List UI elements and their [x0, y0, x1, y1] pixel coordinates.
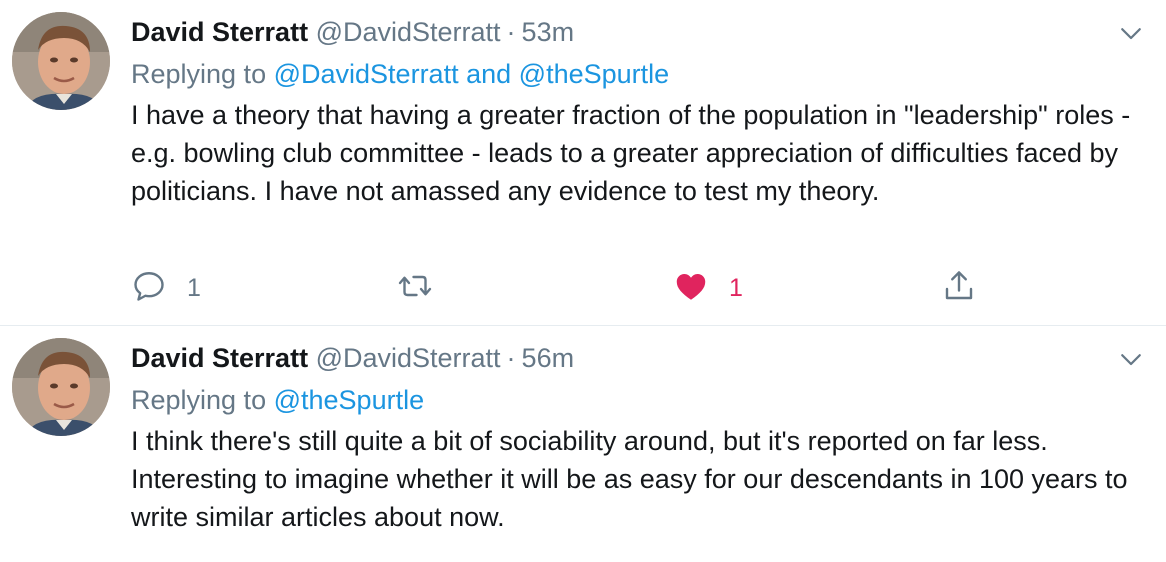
replying-and[interactable]: and	[466, 59, 511, 89]
replying-to: Replying to @DavidSterratt and @theSpurt…	[131, 56, 1146, 92]
replying-prefix: Replying to	[131, 385, 267, 415]
heart-icon	[673, 268, 709, 309]
share-button[interactable]	[941, 266, 977, 310]
like-button[interactable]: 1	[673, 266, 743, 310]
reply-button[interactable]: 1	[131, 266, 201, 310]
tweet-text: I have a theory that having a greater fr…	[131, 100, 1131, 206]
author-handle[interactable]: @DavidSterratt	[316, 17, 501, 47]
timestamp[interactable]: 56m	[522, 343, 575, 373]
author-handle[interactable]: @DavidSterratt	[316, 343, 501, 373]
separator-dot: ·	[506, 343, 516, 373]
tweet-text: I think there's still quite a bit of soc…	[131, 426, 1128, 532]
chevron-down-icon[interactable]	[1116, 18, 1146, 48]
replying-prefix: Replying to	[131, 59, 267, 89]
author-name[interactable]: David Sterratt	[131, 343, 308, 373]
mention-link[interactable]: @theSpurtle	[274, 385, 425, 415]
retweet-button[interactable]	[397, 266, 433, 310]
timestamp[interactable]: 53m	[522, 17, 575, 47]
tweet[interactable]: David Sterratt @DavidSterratt · 53m Replyi…	[0, 0, 1166, 326]
mention-link[interactable]: @theSpurtle	[519, 59, 670, 89]
avatar[interactable]	[12, 338, 110, 436]
replying-to: Replying to @theSpurtle	[131, 382, 1146, 418]
chevron-down-icon[interactable]	[1116, 344, 1146, 374]
author-name[interactable]: David Sterratt	[131, 17, 308, 47]
retweet-icon	[397, 268, 433, 309]
like-count: 1	[729, 273, 743, 302]
share-icon	[941, 268, 977, 309]
reply-count: 1	[187, 273, 201, 302]
mention-link[interactable]: @DavidSterratt	[274, 59, 459, 89]
separator-dot: ·	[506, 17, 516, 47]
tweet-actions: 1 1	[131, 266, 1011, 310]
avatar[interactable]	[12, 12, 110, 110]
tweet[interactable]: David Sterratt @DavidSterratt · 56m Replyi…	[0, 326, 1166, 562]
reply-icon	[131, 268, 167, 309]
